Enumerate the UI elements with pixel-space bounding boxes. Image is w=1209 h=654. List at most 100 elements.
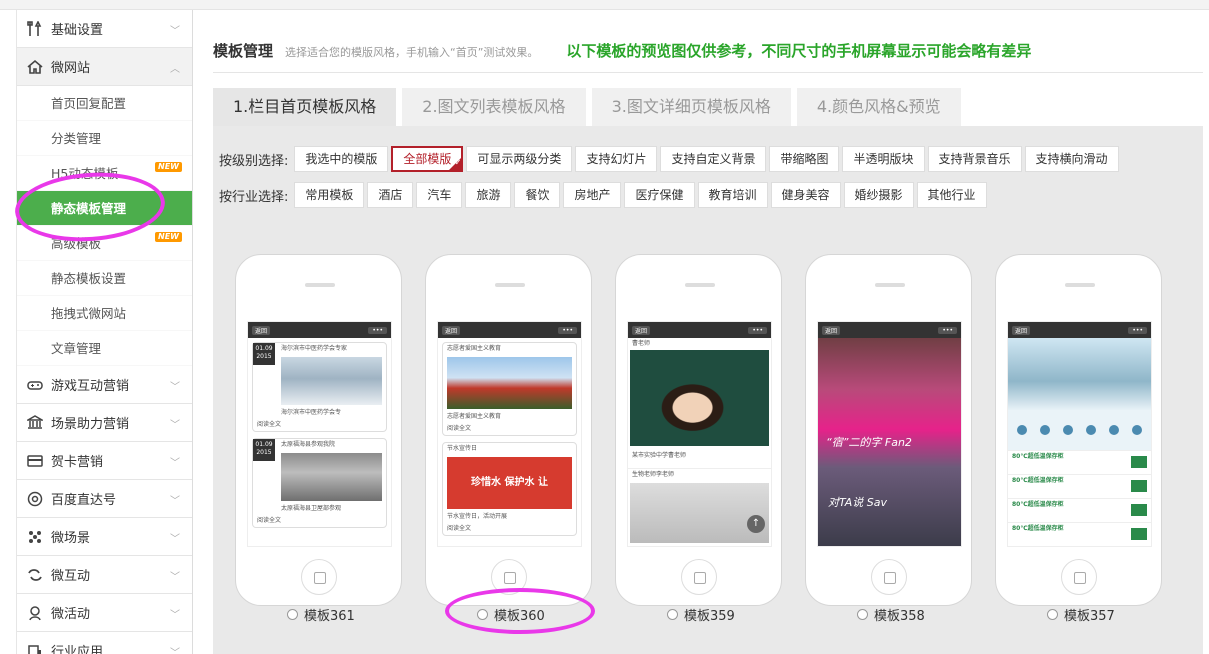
- filter-label: 按行业选择:: [219, 189, 289, 205]
- tab-detail[interactable]: 3.图文详细页模板风格: [591, 88, 791, 126]
- filter-chip[interactable]: 餐饮: [514, 182, 561, 208]
- news-card: 志愿者爱国主义教育 志愿者爱国主义教育 阅读全文: [442, 342, 577, 436]
- sidebar-item-label: 静态模板设置: [51, 271, 127, 286]
- more-button: •••: [368, 326, 387, 334]
- news-caption: 志愿者爱国主义教育: [447, 413, 502, 420]
- new-badge: NEW: [155, 232, 182, 242]
- grid-icon: [1039, 425, 1050, 435]
- back-button: 返回: [252, 325, 271, 335]
- sidebar-item-category[interactable]: 分类管理: [17, 121, 192, 156]
- template-preview-360[interactable]: 返回 ••• 志愿者爱国主义教育 志愿者爱国主义教育 阅读全文 节水宣传日 珍惜水…: [425, 254, 592, 606]
- sidebar-group-label: 微活动: [51, 607, 91, 622]
- sidebar-item-drag-site[interactable]: 拖拽式微网站: [17, 296, 192, 331]
- grid-icon: [1132, 425, 1143, 435]
- sidebar: 基础设置 ﹀ 微网站 ︿ 首页回复配置 分类管理 H5动态模板 NEW 静态模板…: [16, 10, 193, 654]
- filter-chip[interactable]: 支持幻灯片: [575, 146, 658, 172]
- sidebar-item-articles[interactable]: 文章管理: [17, 331, 192, 366]
- template-preview-357[interactable]: 返回 ••• 80℃超低温保存柜 80℃超低温保存柜 80℃超低温保存柜 80℃…: [995, 254, 1162, 606]
- filter-chip-selected[interactable]: 全部模版 ✓: [391, 146, 464, 172]
- filter-chip[interactable]: 汽车: [416, 182, 463, 208]
- template-label: 模板357: [1064, 609, 1115, 624]
- phone-speaker: [1065, 283, 1095, 287]
- sidebar-group-basic-settings[interactable]: 基础设置 ﹀: [17, 10, 192, 48]
- filter-chip[interactable]: 支持横向滑动: [1024, 146, 1119, 172]
- template-radio-358[interactable]: 模板358: [857, 605, 925, 624]
- phone-home-button: [681, 559, 717, 595]
- phone-speaker: [685, 283, 715, 287]
- sidebar-item-home-reply[interactable]: 首页回复配置: [17, 86, 192, 121]
- news-title: 节水宣传日: [447, 445, 478, 452]
- phone-screen: 返回 ••• 曹老师 某市实验中学曹老师 生物老师李老师 ↑: [627, 321, 772, 547]
- phone-speaker: [875, 283, 905, 287]
- sidebar-group-industry[interactable]: 行业应用 ﹀: [17, 632, 192, 654]
- date-box: 01.09 2015: [253, 343, 275, 365]
- chevron-down-icon: ﹀: [170, 534, 180, 545]
- sidebar-group-scene-marketing[interactable]: 场景助力营销 ﹀: [17, 404, 192, 442]
- more-button: •••: [558, 326, 577, 334]
- template-label: 模板361: [304, 609, 355, 624]
- sidebar-group-label: 贺卡营销: [51, 455, 104, 470]
- check-icon: ✓: [454, 158, 462, 167]
- sidebar-item-static-template[interactable]: 静态模板管理: [17, 191, 192, 226]
- read-more: 阅读全文: [257, 517, 282, 524]
- filter-chip[interactable]: 教育培训: [697, 182, 768, 208]
- template-radio-361[interactable]: 模板361: [287, 605, 355, 624]
- filter-chip[interactable]: 带缩略图: [769, 146, 840, 172]
- template-radio-360[interactable]: 模板360: [477, 605, 545, 624]
- news-card: 01.09 2015 太原福海县参观我院 太原福海县卫屋部参观 阅读全文: [252, 438, 387, 528]
- filter-chip[interactable]: 支持自定义背景: [660, 146, 767, 172]
- sidebar-group-label: 微网站: [51, 61, 91, 76]
- radio-button[interactable]: [287, 609, 298, 620]
- radio-button[interactable]: [857, 609, 868, 620]
- date-box: 01.09 2015: [253, 439, 275, 461]
- sidebar-group-card-marketing[interactable]: 贺卡营销 ﹀: [17, 442, 192, 480]
- read-more: 阅读全文: [447, 425, 472, 432]
- sidebar-group-game-marketing[interactable]: 游戏互动营销 ﹀: [17, 366, 192, 404]
- filter-chip[interactable]: 可显示两级分类: [466, 146, 573, 172]
- filter-chip[interactable]: 婚纱摄影: [843, 182, 914, 208]
- back-button: 返回: [442, 325, 461, 335]
- template-radio-357[interactable]: 模板357: [1047, 605, 1115, 624]
- chevron-down-icon: ﹀: [170, 420, 180, 431]
- teacher-caption: 某市实验中学曹老师: [632, 452, 687, 459]
- filter-chip[interactable]: 健身美容: [770, 182, 841, 208]
- filter-chip[interactable]: 酒店: [367, 182, 414, 208]
- chevron-up-icon: ︿: [170, 64, 180, 75]
- tab-list[interactable]: 2.图文列表模板风格: [402, 88, 586, 126]
- phone-home-button: [1061, 559, 1097, 595]
- filter-chip[interactable]: 常用模板: [294, 182, 365, 208]
- radio-button[interactable]: [1047, 609, 1058, 620]
- sidebar-group-micro-site[interactable]: 微网站 ︿: [17, 48, 192, 86]
- sidebar-item-static-template-settings[interactable]: 静态模板设置: [17, 261, 192, 296]
- tab-color-preview[interactable]: 4.颜色风格&预览: [796, 88, 961, 126]
- sidebar-group-baidu[interactable]: 百度直达号 ﹀: [17, 480, 192, 518]
- filter-chip[interactable]: 房地产: [563, 182, 622, 208]
- filter-chip[interactable]: 半透明版块: [842, 146, 925, 172]
- list-item: 80℃超低温保存柜: [1008, 522, 1151, 546]
- more-button: •••: [748, 326, 767, 334]
- filter-chip[interactable]: 医疗保健: [624, 182, 695, 208]
- filter-chip[interactable]: 我选中的模版: [294, 146, 389, 172]
- template-radio-359[interactable]: 模板359: [667, 605, 735, 624]
- template-label: 模板359: [684, 609, 735, 624]
- date-day: 01.09: [255, 441, 273, 448]
- list-item-title: 80℃超低温保存柜: [1012, 453, 1064, 460]
- template-preview-359[interactable]: 返回 ••• 曹老师 某市实验中学曹老师 生物老师李老师 ↑: [615, 254, 782, 606]
- radio-button[interactable]: [667, 609, 678, 620]
- activity-icon: [25, 604, 45, 622]
- filter-chip[interactable]: 其他行业: [916, 182, 987, 208]
- new-badge: NEW: [155, 162, 182, 172]
- filter-chip[interactable]: 支持背景音乐: [927, 146, 1022, 172]
- list-item-title: 80℃超低温保存柜: [1012, 525, 1064, 532]
- template-preview-358[interactable]: 返回 ••• “宿”二的字 Fan2 对TA说 Sav: [805, 254, 972, 606]
- tab-column-home[interactable]: 1.栏目首页模板风格: [213, 88, 397, 126]
- sidebar-item-advanced-template[interactable]: 高级模板 NEW: [17, 226, 192, 261]
- filter-chip[interactable]: 旅游: [465, 182, 512, 208]
- interact-icon: [25, 566, 45, 584]
- radio-button[interactable]: [477, 609, 488, 620]
- template-preview-361[interactable]: 返回 ••• 01.09 2015 海尔滨市中医药学会专家 海尔滨市中医药学会专 阅…: [235, 254, 402, 606]
- sidebar-group-micro-activity[interactable]: 微活动 ﹀: [17, 594, 192, 632]
- sidebar-item-h5-template[interactable]: H5动态模板 NEW: [17, 156, 192, 191]
- sidebar-group-micro-scene[interactable]: 微场景 ﹀: [17, 518, 192, 556]
- sidebar-group-micro-interact[interactable]: 微互动 ﹀: [17, 556, 192, 594]
